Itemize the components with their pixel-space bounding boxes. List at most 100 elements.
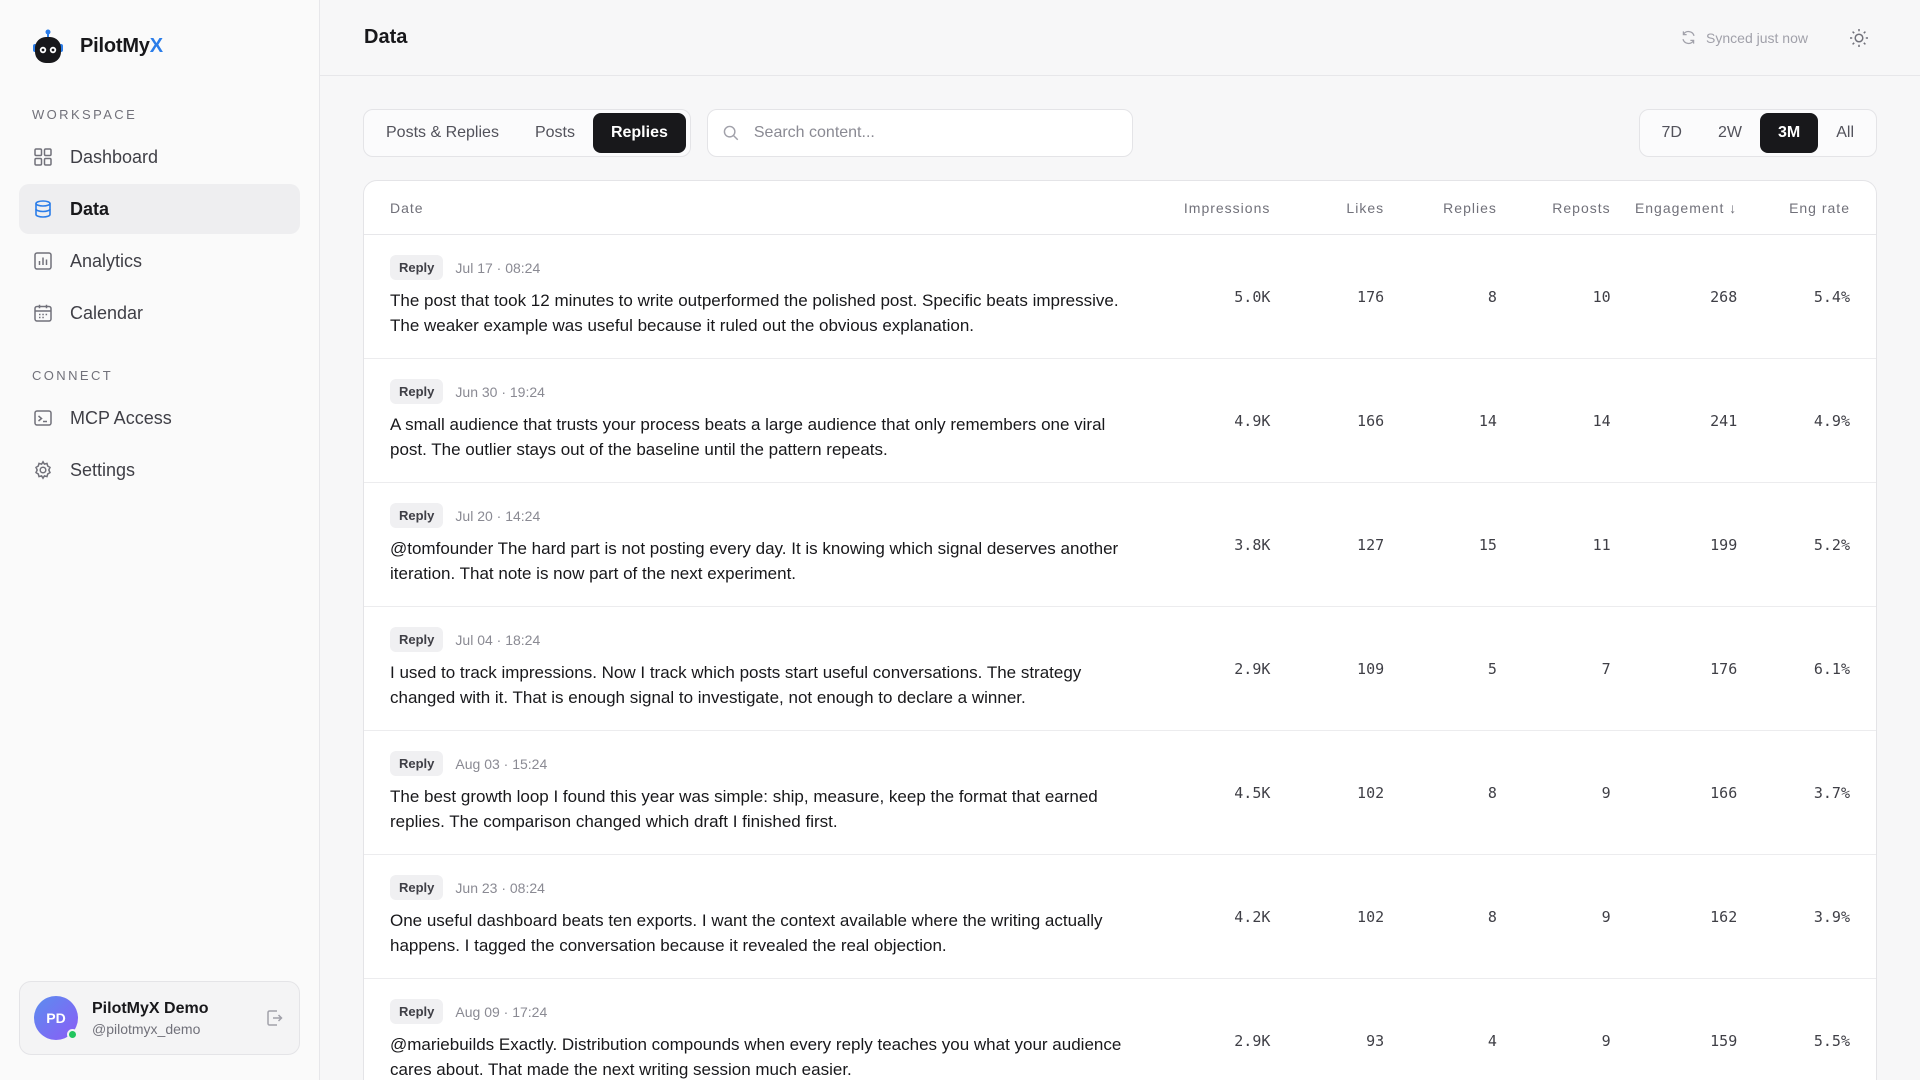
row-meta: Reply Aug 03 · 15:24 [390,751,1142,776]
row-content: Reply Aug 03 · 15:24 The best growth loo… [390,751,1152,834]
type-badge: Reply [390,875,444,900]
row-date: Jun 30 · 19:24 [455,383,545,400]
profile-handle: @pilotmyx_demo [92,1020,201,1037]
type-badge: Reply [390,255,444,280]
cell-likes: 166 [1357,411,1385,430]
sidebar-item-calendar[interactable]: Calendar [19,288,300,338]
row-meta: Reply Aug 09 · 17:24 [390,999,1142,1024]
search-box[interactable] [706,109,1133,157]
type-badge: Reply [390,751,444,776]
cell-replies: 14 [1478,411,1497,430]
table-row[interactable]: Reply Jul 17 · 08:24 The post that took … [364,235,1876,359]
row-meta: Reply Jul 04 · 18:24 [390,627,1142,652]
cell-replies: 15 [1478,535,1497,554]
cell-engagement: 166 [1710,783,1738,802]
cell-impressions: 3.8K [1234,535,1271,554]
row-date: Aug 03 · 15:24 [455,755,548,772]
table-row[interactable]: Reply Aug 09 · 17:24 @mariebuilds Exactl… [364,979,1876,1080]
range-2w[interactable]: 2W [1700,113,1760,153]
table-row[interactable]: Reply Jun 23 · 08:24 One useful dashboar… [364,855,1876,979]
calendar-icon [33,303,53,323]
terminal-icon [33,408,53,428]
row-meta: Reply Jul 20 · 14:24 [390,503,1142,528]
avatar: PD [34,996,78,1040]
row-meta: Reply Jul 17 · 08:24 [390,255,1142,280]
page-title: Data [364,26,408,48]
row-date: Jul 20 · 14:24 [455,507,541,524]
content-type-tabs: Posts & Replies Posts Replies [363,109,691,157]
type-badge: Reply [390,503,444,528]
range-7d[interactable]: 7D [1644,113,1700,153]
brand[interactable]: PilotMyX [19,0,300,93]
profile-card[interactable]: PD PilotMyX Demo @pilotmyx_demo [19,981,300,1055]
search-input[interactable] [753,124,1118,142]
cell-impressions: 4.5K [1234,783,1271,802]
cell-impressions: 2.9K [1234,659,1271,678]
sidebar-item-label: Calendar [70,302,144,323]
tab-posts-and-replies[interactable]: Posts & Replies [368,113,517,153]
cell-reposts: 9 [1601,1031,1611,1050]
cell-eng-rate: 3.7% [1813,783,1850,802]
cell-replies: 8 [1487,907,1497,926]
range-3m[interactable]: 3M [1759,113,1819,153]
cell-likes: 102 [1357,783,1385,802]
column-eng-rate[interactable]: Eng rate [1737,200,1850,216]
cell-likes: 127 [1357,535,1385,554]
date-range-tabs: 7D 2W 3M All [1638,109,1877,157]
cell-eng-rate: 6.1% [1813,659,1850,678]
database-icon [33,199,53,219]
table-row[interactable]: Reply Jul 20 · 14:24 @tomfounder The har… [364,483,1876,607]
sidebar-item-settings[interactable]: Settings [19,445,300,495]
sun-icon[interactable] [1848,27,1870,49]
cell-reposts: 7 [1601,659,1611,678]
cell-reposts: 9 [1601,783,1611,802]
main-area: Data Synced just now Posts & Replies Pos… [320,0,1920,1080]
cell-likes: 93 [1366,1031,1385,1050]
row-date: Jul 04 · 18:24 [455,631,541,648]
cell-likes: 109 [1357,659,1385,678]
cell-engagement: 199 [1710,535,1738,554]
cell-engagement: 162 [1710,907,1738,926]
column-date[interactable]: Date [390,200,1152,216]
sidebar-item-analytics[interactable]: Analytics [19,236,300,286]
cell-eng-rate: 5.2% [1813,535,1850,554]
type-badge: Reply [390,379,444,404]
column-impressions[interactable]: Impressions [1152,200,1271,216]
sidebar-item-mcp-access[interactable]: MCP Access [19,393,300,443]
row-date: Aug 09 · 17:24 [455,1003,548,1020]
row-content: Reply Aug 09 · 17:24 @mariebuilds Exactl… [390,999,1152,1080]
sidebar-item-label: MCP Access [70,407,172,428]
sidebar-item-data[interactable]: Data [19,184,300,234]
column-replies[interactable]: Replies [1384,200,1497,216]
content-table: Date Impressions Likes Replies Reposts E… [363,180,1877,1080]
sidebar-item-dashboard[interactable]: Dashboard [19,132,300,182]
topbar: Data Synced just now [320,0,1920,76]
type-badge: Reply [390,999,444,1024]
cell-engagement: 268 [1710,287,1738,306]
cell-eng-rate: 5.4% [1813,287,1850,306]
tab-posts[interactable]: Posts [517,113,593,153]
cell-replies: 8 [1487,287,1497,306]
column-likes[interactable]: Likes [1270,200,1384,216]
tab-replies[interactable]: Replies [592,113,686,153]
table-row[interactable]: Reply Jul 04 · 18:24 I used to track imp… [364,607,1876,731]
sync-status[interactable]: Synced just now [1680,29,1808,46]
cell-replies: 8 [1487,783,1497,802]
column-reposts[interactable]: Reposts [1497,200,1611,216]
column-engagement-sorted[interactable]: Engagement ↓ [1611,200,1738,216]
sidebar-item-label: Dashboard [70,146,159,167]
table-row[interactable]: Reply Aug 03 · 15:24 The best growth loo… [364,731,1876,855]
refresh-icon [1682,30,1695,45]
cell-reposts: 9 [1601,907,1611,926]
range-all[interactable]: All [1818,113,1872,153]
table-row[interactable]: Reply Jun 30 · 19:24 A small audience th… [364,359,1876,483]
cell-engagement: 159 [1710,1031,1738,1050]
row-text: I used to track impressions. Now I track… [390,663,1082,707]
cell-eng-rate: 3.9% [1813,907,1850,926]
row-content: Reply Jun 30 · 19:24 A small audience th… [390,379,1152,462]
bar-chart-icon [33,251,53,271]
row-content: Reply Jul 17 · 08:24 The post that took … [390,255,1152,338]
logout-icon[interactable] [265,1008,285,1028]
row-content: Reply Jun 23 · 08:24 One useful dashboar… [390,875,1152,958]
robot-logo-icon [33,29,63,63]
